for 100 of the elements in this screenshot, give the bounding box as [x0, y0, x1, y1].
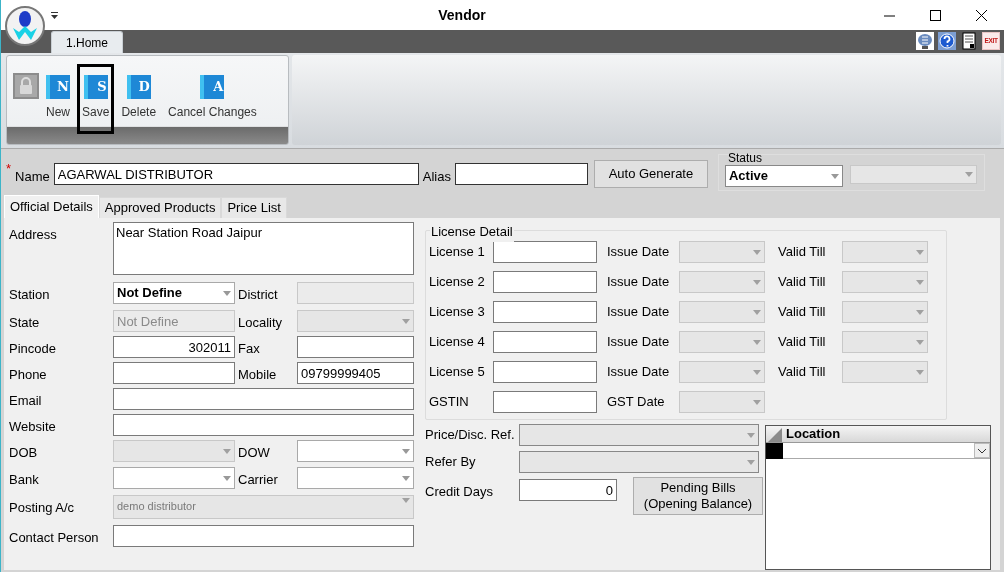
text-field[interactable] [493, 241, 597, 263]
text-field[interactable] [297, 336, 414, 358]
caret-icon [402, 318, 410, 324]
field-label: Issue Date [607, 363, 671, 382]
field-label: Issue Date [607, 333, 671, 352]
text-field[interactable]: 0 [519, 479, 617, 501]
ribbon-button[interactable]: S Save [77, 64, 115, 135]
caret-icon [223, 290, 231, 296]
text-field[interactable] [493, 301, 597, 323]
tab[interactable]: Approved Products [98, 197, 222, 218]
caret-icon [830, 173, 839, 179]
caret-icon [753, 249, 761, 255]
required-mark: * [6, 160, 12, 178]
text-field[interactable] [493, 331, 597, 353]
caret-icon [402, 475, 410, 481]
field-label: Station [9, 286, 51, 304]
text-field[interactable] [493, 361, 597, 383]
corner-icon [766, 426, 783, 442]
text-field[interactable]: AGARWAL DISTRIBUTOR [53, 163, 419, 185]
dropdown[interactable] [519, 451, 759, 473]
caret-icon [916, 339, 924, 345]
field-label: Issue Date [607, 303, 671, 322]
field-label: GST Date [607, 393, 666, 412]
caret-icon [223, 448, 231, 454]
dropdown[interactable] [297, 440, 414, 462]
field-label: Price/Disc. Ref. [425, 426, 516, 445]
field-label: License 5 [429, 363, 486, 382]
address-field[interactable]: Near Station Road Jaipur [113, 222, 414, 275]
field-label: DOW [237, 444, 271, 462]
caret-icon [753, 279, 761, 285]
field-label: Refer By [425, 453, 477, 472]
field-label: Valid Till [778, 273, 827, 292]
caret-icon [916, 369, 924, 375]
field-label: License 1 [429, 243, 486, 262]
customize-toolbar-icon[interactable] [51, 11, 58, 19]
group-label: Status [727, 152, 762, 164]
caret-icon [223, 475, 231, 481]
field-label: Credit Days [425, 483, 494, 501]
field-label: Name [15, 168, 50, 186]
row-marker-icon [766, 443, 783, 459]
field-label: Locality [237, 314, 284, 332]
field-label: Bank [9, 471, 40, 489]
dropdown[interactable] [297, 467, 414, 489]
caret-icon [916, 279, 924, 285]
window-title: Vendor [437, 5, 487, 25]
field-label: Valid Till [778, 333, 827, 352]
text-field[interactable] [493, 271, 597, 293]
text-field[interactable]: 302011 [113, 336, 235, 358]
text-field[interactable] [113, 362, 235, 384]
lock-icon[interactable] [13, 73, 39, 100]
caret-icon [402, 498, 410, 503]
field-label: GSTIN [429, 393, 470, 412]
caret-icon [753, 399, 761, 405]
field-label: License 3 [429, 303, 486, 322]
document-icon[interactable] [960, 32, 978, 51]
field-label: Valid Till [778, 243, 827, 262]
ribbon-button[interactable]: N New [41, 64, 75, 135]
field-label: Website [9, 418, 57, 436]
field-label: Address [9, 226, 58, 244]
caret-icon [747, 459, 755, 465]
ribbon-button[interactable]: A Cancel Changes [163, 64, 262, 135]
close-icon[interactable] [975, 9, 987, 21]
text-field[interactable] [454, 163, 588, 185]
text-field[interactable] [113, 414, 414, 436]
tab[interactable]: Official Details [4, 195, 99, 218]
ribbon-button[interactable]: D Delete [116, 64, 162, 135]
text-field[interactable]: 09799999405 [297, 362, 414, 384]
field-label: Alias [422, 168, 451, 186]
dropdown[interactable] [783, 443, 990, 459]
text-field[interactable] [113, 525, 414, 547]
field-label: Valid Till [778, 303, 827, 322]
field-label: Carrier [237, 471, 279, 489]
dropdown[interactable] [519, 424, 759, 446]
dropdown[interactable] [113, 467, 235, 489]
field-label: Pincode [9, 340, 57, 358]
dropdown[interactable]: Not Define [113, 282, 235, 304]
help-icon[interactable] [938, 32, 956, 51]
caret-icon [753, 339, 761, 345]
dropdown[interactable]: Active [724, 165, 843, 187]
pending-bills-button[interactable]: Pending Bills (Opening Balance) [633, 477, 763, 515]
caret-icon [753, 369, 761, 375]
maximize-icon[interactable] [929, 9, 941, 21]
ribbon-tab[interactable]: 1.Home [51, 31, 124, 54]
text-field[interactable] [493, 391, 597, 413]
field-label: Contact Person [9, 529, 100, 547]
caret-icon [964, 172, 973, 177]
field-label: State [9, 314, 41, 332]
auto-generate-button[interactable]: Auto Generate [593, 160, 708, 188]
caret-icon [974, 443, 990, 458]
field-label: Fax [237, 340, 261, 358]
caret-icon [916, 249, 924, 255]
field-label: Mobile [237, 366, 278, 384]
tab[interactable]: Price List [221, 197, 287, 218]
text-field[interactable] [113, 388, 414, 410]
monitor-icon[interactable] [916, 32, 934, 51]
field-label: Issue Date [607, 273, 671, 292]
caret-icon [402, 448, 410, 454]
caret-icon [753, 309, 761, 315]
caret-icon [747, 432, 755, 438]
field-label: DOB [9, 444, 39, 462]
